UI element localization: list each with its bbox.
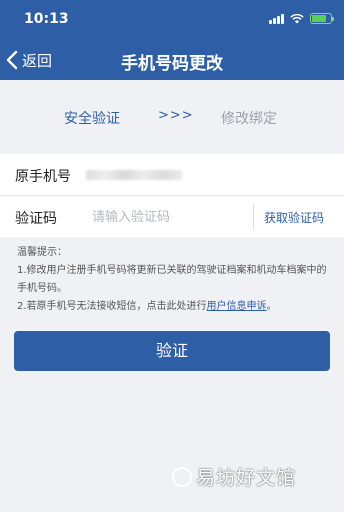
original-phone-label: 原手机号	[15, 169, 71, 185]
original-phone-value-masked	[86, 170, 182, 180]
tip-line-1: 1.修改用户注册手机号码将更新已关联的驾驶证档案和机动车档案中的手机号码。	[17, 265, 327, 294]
tip-line-2: 2.若原手机号无法接收短信，点击此处进行用户信息申诉。	[17, 298, 335, 316]
step-modify-binding: 修改绑定	[221, 111, 277, 127]
nav-bar: 返回 手机号码更改	[0, 40, 344, 80]
verification-code-label: 验证码	[15, 211, 57, 227]
tip-line-2-prefix: 2.若原手机号无法接收短信，点击此处进行	[17, 301, 207, 312]
status-icons	[269, 13, 334, 24]
tips-section: 温馨提示： 1.修改用户注册手机号码将更新已关联的驾驶证档案和机动车档案中的手机…	[17, 244, 335, 316]
tips-title: 温馨提示：	[17, 247, 67, 258]
verification-code-row: 验证码 获取验证码	[0, 195, 344, 237]
user-info-appeal-link[interactable]: 用户信息申诉	[207, 301, 267, 312]
step-arrow: >>>	[158, 108, 194, 123]
watermark-logo-icon	[172, 466, 192, 487]
signal-icon	[269, 13, 284, 24]
verification-code-input[interactable]	[92, 206, 242, 228]
battery-level	[312, 15, 327, 22]
get-code-button[interactable]: 获取验证码	[264, 209, 324, 226]
verify-button[interactable]: 验证	[14, 331, 330, 371]
vertical-divider	[253, 204, 254, 230]
status-time: 10:13	[24, 11, 69, 27]
page-title: 手机号码更改	[121, 54, 223, 74]
status-bar: 10:13	[0, 0, 344, 40]
battery-icon	[310, 13, 334, 24]
step-indicator: 安全验证 >>> 修改绑定	[0, 80, 344, 152]
watermark: 易坊好文馆	[172, 463, 296, 490]
step-security-verify: 安全验证	[64, 111, 120, 127]
original-phone-row: 原手机号	[0, 154, 344, 196]
watermark-text: 易坊好文馆	[196, 467, 297, 489]
wifi-icon	[290, 13, 304, 23]
tip-line-2-suffix: 。	[266, 301, 277, 312]
